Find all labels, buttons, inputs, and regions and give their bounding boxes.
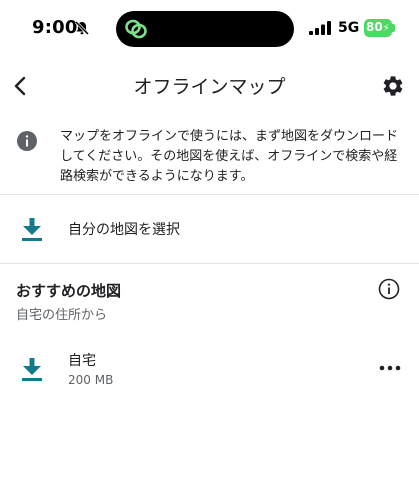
select-own-map-label: 自分の地図を選択 — [68, 222, 180, 238]
list-item-title: 自宅 — [68, 353, 96, 369]
link-rings-icon — [125, 19, 147, 39]
download-icon — [22, 358, 42, 381]
battery-level: 80⚡ — [366, 20, 390, 34]
status-time: 9:00 — [32, 17, 78, 38]
offline-info-text: マップをオフラインで使うには、まず地図をダウンロードしてください。その地図を使え… — [60, 129, 399, 184]
select-own-map-row[interactable] — [0, 196, 419, 262]
divider — [0, 194, 419, 195]
info-outline-icon[interactable] — [378, 278, 400, 300]
gear-icon[interactable] — [381, 74, 405, 98]
list-item-size: 200 MB — [68, 373, 114, 387]
divider — [0, 263, 419, 264]
download-icon — [22, 218, 42, 241]
section-title: おすすめの地図 — [16, 282, 122, 300]
list-item-home-map[interactable] — [0, 336, 370, 400]
info-filled-icon — [17, 131, 37, 151]
section-subtitle: 自宅の住所から — [16, 308, 108, 323]
bell-muted-icon — [74, 20, 90, 36]
page-title: オフラインマップ — [133, 76, 286, 98]
more-horizontal-icon[interactable] — [378, 362, 402, 374]
network-type: 5G — [338, 20, 360, 36]
battery-nub — [392, 24, 395, 32]
cellular-signal-icon — [309, 21, 331, 35]
